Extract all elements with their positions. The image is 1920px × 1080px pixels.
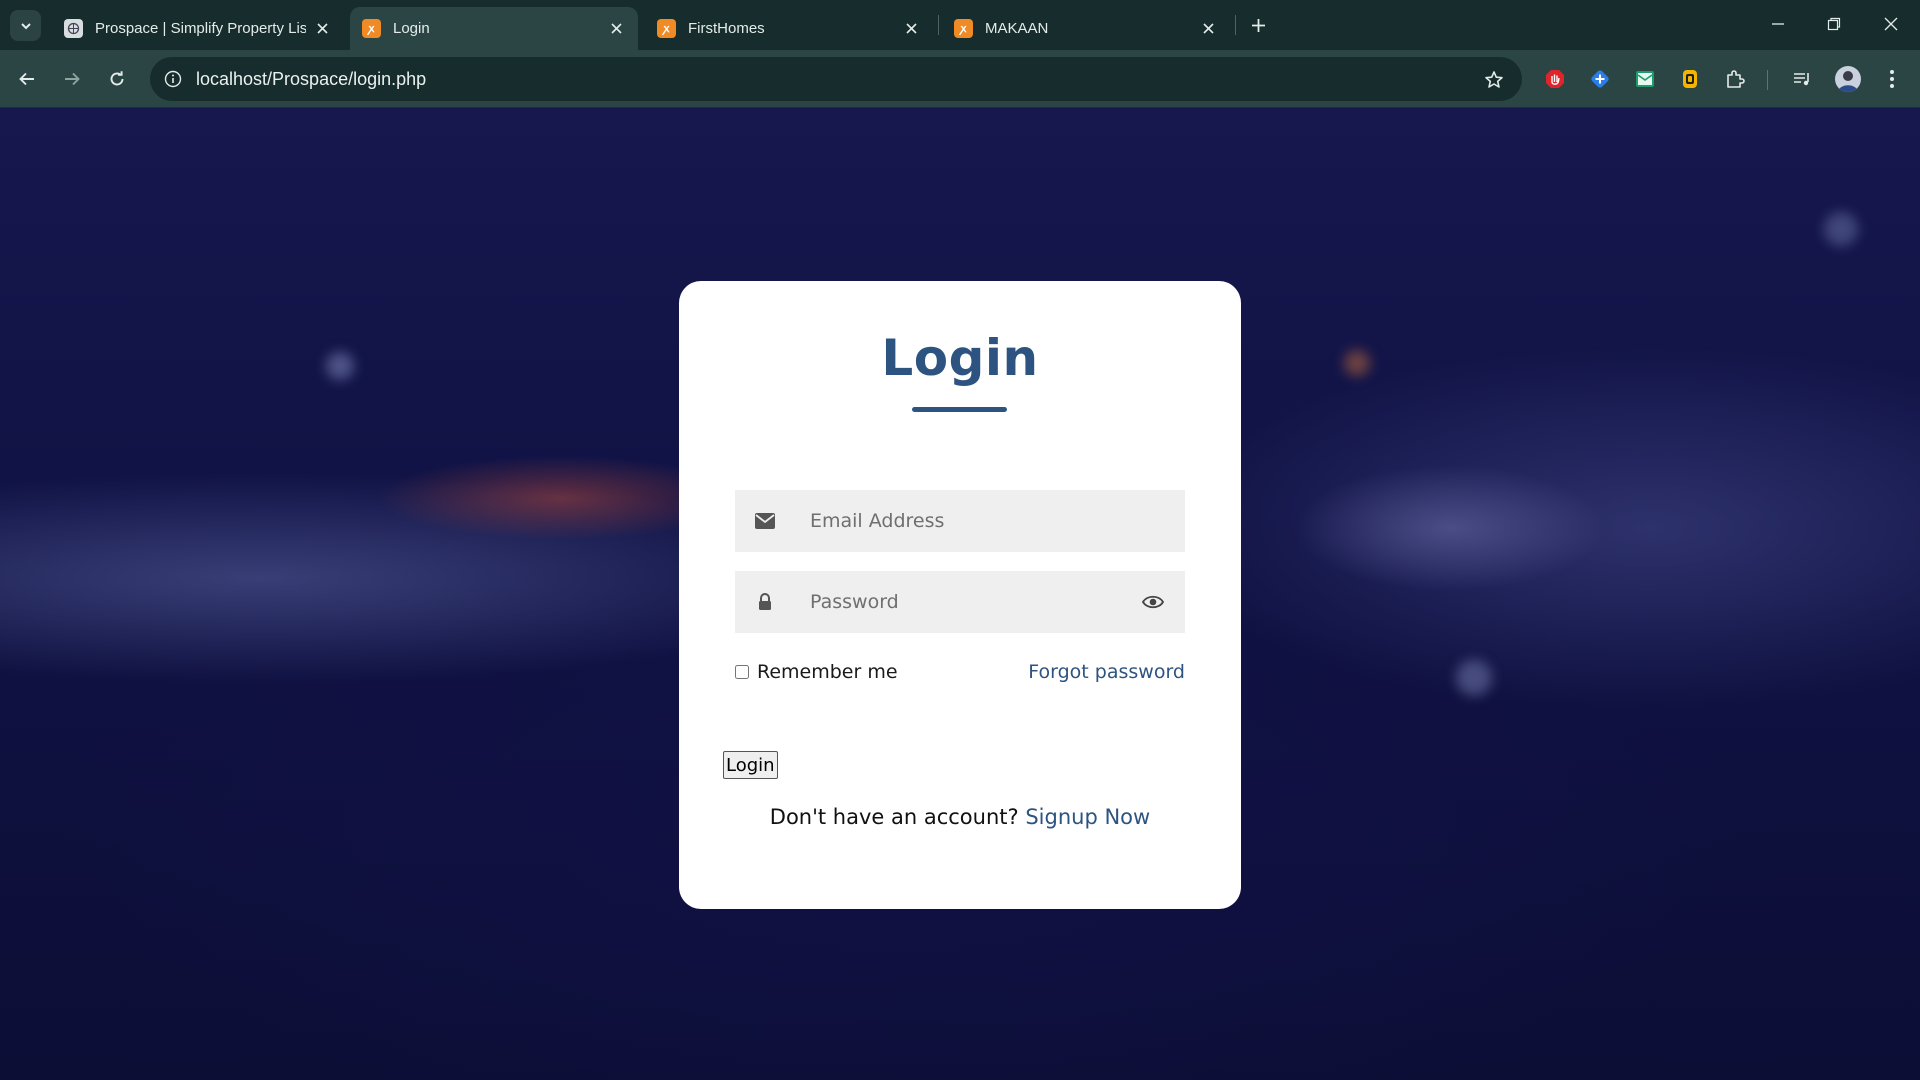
minimize-button[interactable]	[1758, 8, 1798, 40]
honey-icon[interactable]	[1678, 67, 1702, 91]
site-info-icon[interactable]	[160, 66, 186, 92]
avatar[interactable]	[1835, 66, 1861, 92]
login-card: Login Remember me Forgot password Login …	[679, 281, 1241, 909]
mail-icon[interactable]	[1633, 67, 1657, 91]
tab-divider	[1235, 15, 1236, 35]
extensions-icon[interactable]	[1723, 67, 1747, 91]
bookmark-star-icon[interactable]	[1482, 68, 1506, 92]
browser-toolbar: localhost/Prospace/login.php	[0, 50, 1920, 108]
title-underline	[912, 407, 1007, 412]
bokeh-light	[326, 352, 354, 380]
tab-search-button[interactable]	[10, 10, 41, 41]
more-menu-icon[interactable]	[1880, 67, 1904, 91]
page-background: Login Remember me Forgot password Login …	[0, 108, 1920, 1080]
bokeh-light	[1456, 660, 1492, 696]
url-text[interactable]: localhost/Prospace/login.php	[196, 69, 426, 90]
tab-firsthomes[interactable]: ꭗ FirstHomes	[645, 7, 933, 50]
tab-strip: Prospace | Simplify Property Lis ꭗ Login…	[0, 0, 1920, 50]
restore-icon	[1827, 17, 1841, 31]
login-button[interactable]: Login	[723, 751, 778, 779]
tab-title: Login	[393, 20, 430, 37]
reload-button[interactable]	[102, 64, 132, 94]
tab-title: Prospace | Simplify Property Lis	[95, 20, 306, 37]
toolbar-divider	[1767, 70, 1768, 90]
plus-icon	[1251, 18, 1265, 32]
address-bar[interactable]: localhost/Prospace/login.php	[150, 57, 1522, 101]
adblock-icon[interactable]	[1543, 67, 1567, 91]
tab-login[interactable]: ꭗ Login	[350, 7, 638, 50]
globe-icon	[64, 19, 83, 38]
close-tab-icon[interactable]	[1198, 19, 1218, 39]
chevron-down-icon	[20, 22, 31, 29]
xampp-icon: ꭗ	[362, 19, 381, 38]
arrow-left-icon	[19, 72, 34, 86]
lock-icon	[753, 590, 777, 614]
close-tab-icon[interactable]	[312, 19, 332, 39]
close-icon	[1884, 17, 1898, 31]
minimize-icon	[1772, 23, 1784, 25]
close-tab-icon[interactable]	[606, 19, 626, 39]
close-tab-icon[interactable]	[901, 19, 921, 39]
back-button[interactable]	[12, 64, 42, 94]
forgot-password-link[interactable]: Forgot password	[1028, 661, 1185, 683]
forward-button[interactable]	[57, 64, 87, 94]
bokeh-light	[1824, 212, 1858, 246]
remember-checkbox[interactable]	[735, 665, 749, 679]
restore-button[interactable]	[1814, 8, 1854, 40]
password-field-group	[735, 571, 1185, 633]
signup-link[interactable]: Signup Now	[1025, 805, 1150, 829]
media-control-icon[interactable]	[1790, 67, 1814, 91]
remember-label: Remember me	[757, 661, 898, 683]
eye-icon[interactable]	[1141, 590, 1165, 614]
tab-prospace[interactable]: Prospace | Simplify Property Lis	[52, 7, 344, 50]
tab-title: FirstHomes	[688, 20, 765, 37]
tab-makaan[interactable]: ꭗ MAKAAN	[942, 7, 1230, 50]
page-title: Login	[881, 329, 1039, 387]
remember-me[interactable]: Remember me	[735, 661, 898, 683]
close-window-button[interactable]	[1871, 8, 1911, 40]
arrow-right-icon	[65, 72, 80, 86]
email-field-group	[735, 490, 1185, 552]
tab-divider	[938, 15, 939, 35]
signup-prompt: Don't have an account?	[769, 805, 1019, 829]
bokeh-light	[1344, 350, 1370, 376]
envelope-icon	[753, 509, 777, 533]
puzzle-blue-icon[interactable]	[1588, 67, 1612, 91]
new-tab-button[interactable]	[1244, 11, 1272, 39]
email-input[interactable]	[810, 490, 1140, 552]
password-input[interactable]	[810, 571, 1140, 633]
xampp-icon: ꭗ	[954, 19, 973, 38]
tab-title: MAKAAN	[985, 20, 1049, 37]
xampp-icon: ꭗ	[657, 19, 676, 38]
signup-prompt-row: Don't have an account? Signup Now	[679, 805, 1241, 829]
reload-icon	[110, 71, 124, 86]
